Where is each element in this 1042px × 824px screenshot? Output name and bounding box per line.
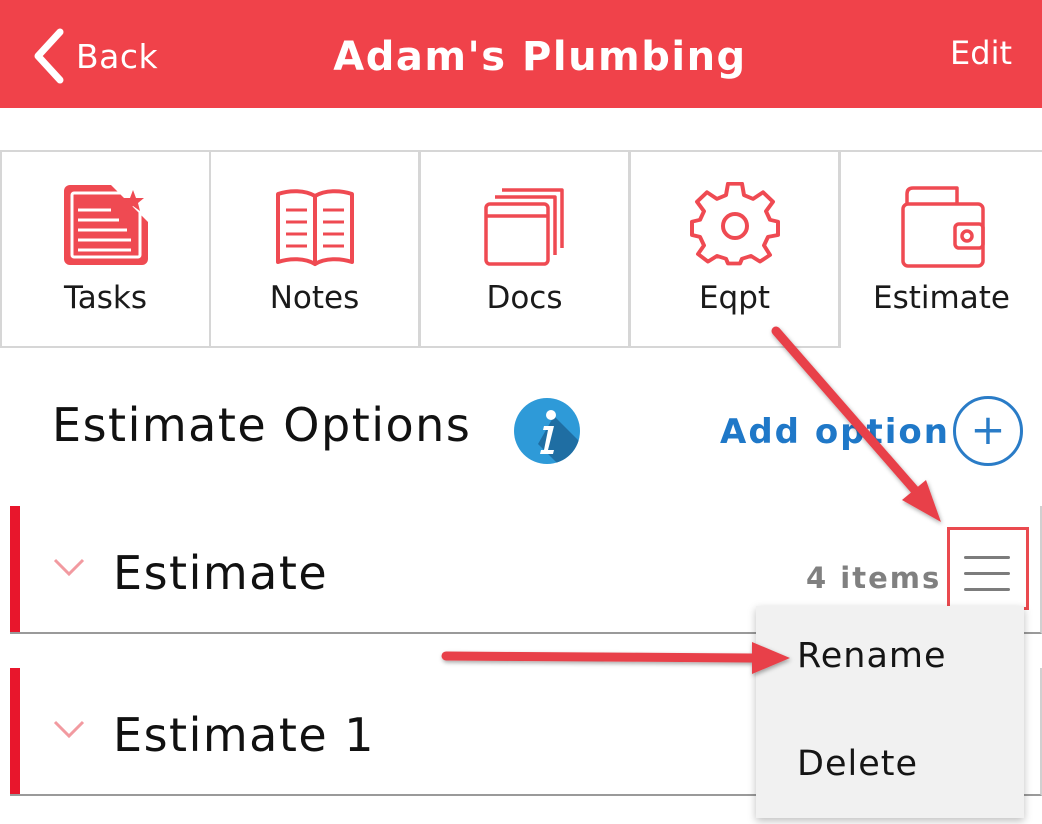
chevron-down-icon[interactable]: [52, 556, 86, 578]
menu-item-rename[interactable]: Rename: [797, 636, 947, 676]
estimate-name: Estimate: [113, 546, 329, 600]
tab-label: Tasks: [63, 280, 148, 316]
documents-stack-icon: [483, 188, 564, 266]
context-menu: Rename Delete: [756, 606, 1024, 818]
tab-label: Estimate: [873, 280, 1010, 316]
info-icon[interactable]: [514, 398, 580, 464]
wallet-icon: [900, 186, 985, 268]
estimate-name: Estimate 1: [113, 708, 376, 762]
tab-eqpt[interactable]: Eqpt: [629, 150, 840, 348]
open-book-icon: [275, 189, 354, 266]
tab-label: Notes: [269, 280, 360, 316]
item-count: 4 items: [806, 561, 942, 595]
annotation-highlight-box: [947, 527, 1029, 610]
section-title: Estimate Options: [52, 398, 472, 452]
add-option-link[interactable]: Add option: [720, 412, 950, 452]
plus-glyph: +: [970, 405, 1006, 454]
row-accent-bar: [10, 506, 20, 632]
tab-estimate[interactable]: Estimate: [839, 150, 1042, 348]
plus-circle-icon[interactable]: +: [953, 396, 1023, 466]
tab-bar: Tasks Notes Docs Eqpt Estimate: [0, 150, 1042, 348]
row-accent-bar: [10, 668, 20, 794]
tasks-list-star-icon: [63, 185, 148, 265]
gear-icon: [689, 182, 780, 266]
tab-tasks[interactable]: Tasks: [0, 150, 211, 348]
tab-docs[interactable]: Docs: [419, 150, 630, 348]
menu-item-delete[interactable]: Delete: [797, 744, 918, 784]
page-title: Adam's Plumbing: [333, 34, 747, 80]
tab-label: Eqpt: [698, 280, 771, 316]
chevron-down-icon[interactable]: [52, 718, 86, 740]
tab-notes[interactable]: Notes: [209, 150, 420, 348]
edit-button[interactable]: Edit: [950, 34, 1012, 72]
app-header: Back Adam's Plumbing Edit: [0, 0, 1042, 108]
tab-label: Docs: [486, 280, 563, 316]
